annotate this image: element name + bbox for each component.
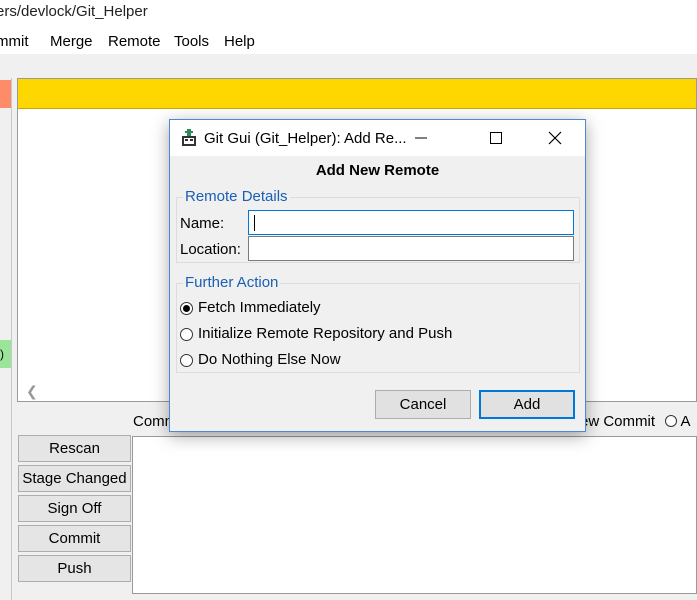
add-remote-dialog: Git Gui (Git_Helper): Add Re... Add New … <box>169 119 586 432</box>
dialog-title: Git Gui (Git_Helper): Add Re... <box>204 130 407 147</box>
name-input[interactable] <box>248 210 574 235</box>
minimize-icon[interactable] <box>406 126 436 150</box>
menu-help[interactable]: Help <box>224 33 255 50</box>
remote-details-group: Remote Details Name: Location: <box>176 188 580 263</box>
text-caret <box>254 215 255 231</box>
location-label: Location: <box>180 241 241 258</box>
git-gui-app-icon <box>182 129 196 146</box>
add-button[interactable]: Add <box>479 390 575 419</box>
staged-header: ) <box>0 340 11 368</box>
commit-message-input[interactable] <box>132 436 697 594</box>
radio-unchecked-icon[interactable] <box>180 328 193 341</box>
name-label: Name: <box>180 215 225 232</box>
main-title-bar: ers/devlock/Git_Helper <box>0 0 697 28</box>
further-action-legend: Further Action <box>183 274 281 291</box>
left-file-panels: ) <box>0 78 12 600</box>
diff-header <box>18 79 696 109</box>
sign-off-button[interactable]: Sign Off <box>18 495 131 522</box>
location-input[interactable] <box>248 236 574 261</box>
scroll-left-arrow-icon[interactable]: ❮ <box>26 383 38 400</box>
do-nothing-label: Do Nothing Else Now <box>198 351 341 368</box>
staged-header-text: ) <box>0 347 4 361</box>
unstaged-header <box>0 80 11 108</box>
dialog-title-bar: Git Gui (Git_Helper): Add Re... <box>170 120 585 156</box>
stage-changed-button[interactable]: Stage Changed <box>18 465 131 492</box>
amend-label: A <box>680 413 691 430</box>
radio-unchecked-icon[interactable] <box>180 354 193 367</box>
remote-details-legend: Remote Details <box>183 188 290 205</box>
init-and-push-label: Initialize Remote Repository and Push <box>198 325 453 342</box>
commit-button[interactable]: Commit <box>18 525 131 552</box>
window-title: ers/devlock/Git_Helper <box>0 3 148 20</box>
menu-commit[interactable]: mmit <box>0 33 29 50</box>
menu-merge[interactable]: Merge <box>50 33 93 50</box>
menu-bar: mmit Merge Remote Tools Help <box>0 28 697 54</box>
menu-remote[interactable]: Remote <box>108 33 161 50</box>
cancel-button[interactable]: Cancel <box>375 390 471 419</box>
new-commit-label: ew Commit <box>580 413 656 430</box>
dialog-heading: Add New Remote <box>315 162 440 179</box>
radio-checked-icon[interactable] <box>180 302 193 315</box>
menu-tools[interactable]: Tools <box>174 33 209 50</box>
maximize-icon[interactable] <box>481 126 511 150</box>
rescan-button[interactable]: Rescan <box>18 435 131 462</box>
push-button[interactable]: Push <box>18 555 131 582</box>
close-icon[interactable] <box>540 126 570 150</box>
new-commit-option[interactable]: ew Commit A <box>580 413 691 430</box>
amend-radio-icon[interactable] <box>665 415 678 427</box>
further-action-group: Further Action Fetch Immediately Initial… <box>176 274 580 373</box>
fetch-immediately-label: Fetch Immediately <box>198 299 321 316</box>
